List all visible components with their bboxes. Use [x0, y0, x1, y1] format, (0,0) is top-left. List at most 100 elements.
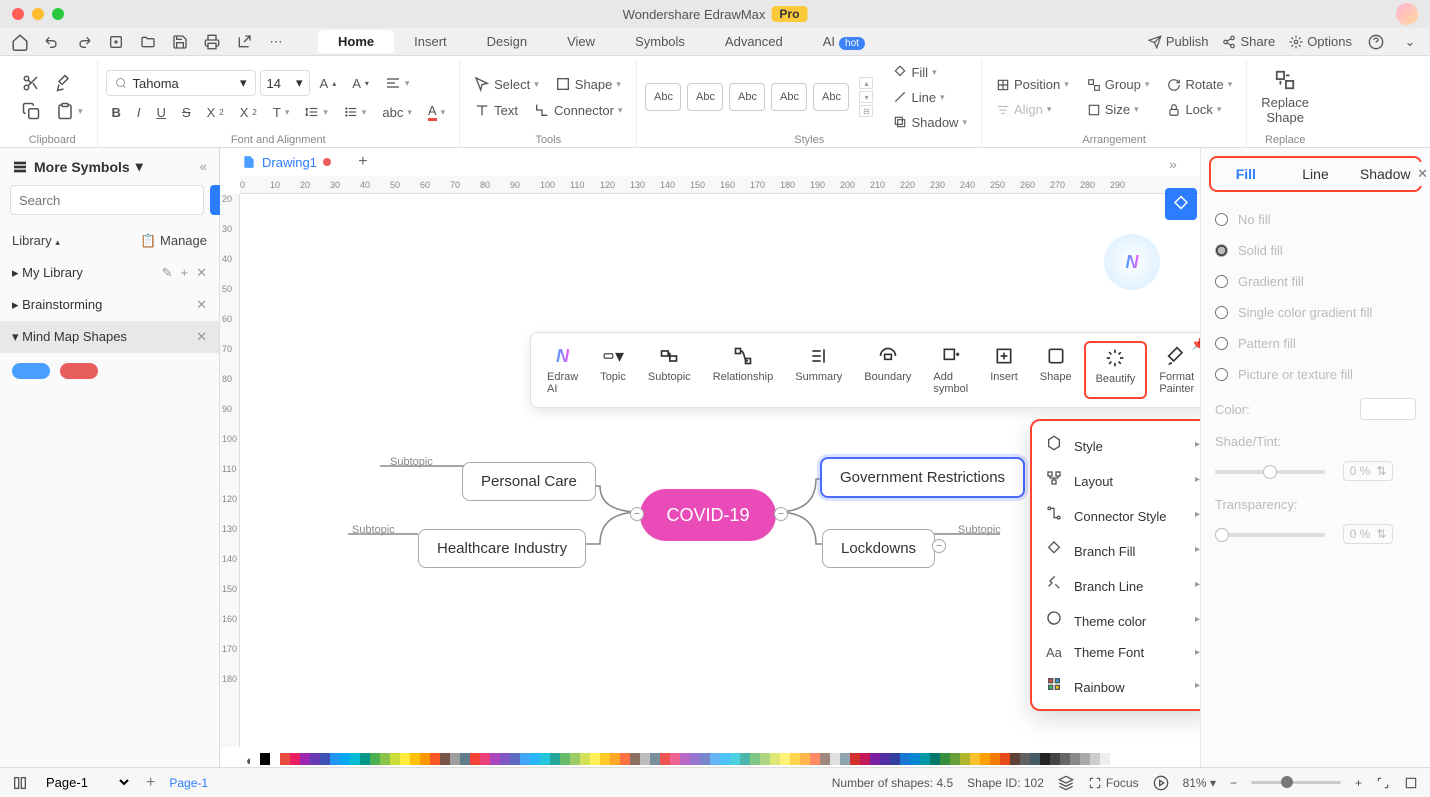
- group-button[interactable]: Group▾: [1081, 74, 1156, 95]
- mindmap-node-personal-care[interactable]: Personal Care: [462, 462, 596, 501]
- style-sample-1[interactable]: Abc: [645, 83, 681, 111]
- styles-down-icon[interactable]: ▾: [859, 91, 873, 103]
- font-family-select[interactable]: Tahoma▾: [106, 70, 256, 96]
- color-swatch[interactable]: [390, 753, 400, 765]
- text-case-icon[interactable]: abc▾: [376, 102, 418, 123]
- user-avatar[interactable]: [1396, 3, 1418, 25]
- color-swatch[interactable]: [1050, 753, 1060, 765]
- close-icon[interactable]: ✕: [196, 297, 207, 313]
- color-swatch[interactable]: [490, 753, 500, 765]
- canvas[interactable]: N 📌 NEdraw AI ▾Topic Subtopic Relationsh…: [240, 194, 1200, 747]
- color-swatch[interactable]: [740, 753, 750, 765]
- color-swatch[interactable]: [730, 753, 740, 765]
- color-swatch[interactable]: [890, 753, 900, 765]
- new-icon[interactable]: [106, 32, 126, 52]
- color-swatch[interactable]: [290, 753, 300, 765]
- color-swatch[interactable]: [860, 753, 870, 765]
- color-swatch[interactable]: [310, 753, 320, 765]
- shade-tint-slider[interactable]: [1215, 470, 1325, 474]
- mindmap-node-government[interactable]: Government Restrictions: [820, 457, 1025, 498]
- expand-right-icon[interactable]: »: [1169, 156, 1177, 172]
- manage-button[interactable]: 📋 Manage: [140, 233, 207, 249]
- underline-icon[interactable]: U: [151, 102, 172, 123]
- ctx-boundary[interactable]: Boundary: [854, 341, 921, 399]
- connector-tool[interactable]: Connector▾: [528, 99, 629, 121]
- color-swatch[interactable]: [1040, 753, 1050, 765]
- eyedropper-icon[interactable]: ◐: [240, 753, 260, 767]
- color-swatch[interactable]: [870, 753, 880, 765]
- color-swatch[interactable]: [790, 753, 800, 765]
- tab-line[interactable]: Line: [1281, 158, 1351, 190]
- radio-no-fill[interactable]: No fill: [1215, 204, 1416, 235]
- tab-design[interactable]: Design: [467, 30, 547, 53]
- color-swatch[interactable]: [410, 753, 420, 765]
- color-swatch[interactable]: [750, 753, 760, 765]
- color-swatch[interactable]: [690, 753, 700, 765]
- color-swatch[interactable]: [760, 753, 770, 765]
- ctx-edraw-ai[interactable]: NEdraw AI: [537, 341, 588, 399]
- color-swatch[interactable]: [700, 753, 710, 765]
- color-swatch[interactable]: [680, 753, 690, 765]
- ctx-subtopic[interactable]: Subtopic: [638, 341, 701, 399]
- color-swatch[interactable]: [330, 753, 340, 765]
- color-swatch[interactable]: [660, 753, 670, 765]
- size-button[interactable]: Size▾: [1081, 99, 1156, 120]
- style-sample-4[interactable]: Abc: [771, 83, 807, 111]
- layers-icon[interactable]: [1058, 775, 1074, 791]
- shape-thumb-floating[interactable]: [60, 363, 98, 379]
- color-swatch[interactable]: [600, 753, 610, 765]
- add-icon[interactable]: +: [181, 265, 189, 281]
- color-swatch[interactable]: [270, 753, 280, 765]
- color-swatch[interactable]: [540, 753, 550, 765]
- color-swatch[interactable]: [1060, 753, 1070, 765]
- ctx-insert[interactable]: Insert: [980, 341, 1028, 399]
- doc-tab-drawing1[interactable]: Drawing1: [230, 151, 343, 174]
- color-swatch[interactable]: [460, 753, 470, 765]
- color-swatch[interactable]: [810, 753, 820, 765]
- color-swatch[interactable]: [950, 753, 960, 765]
- decrease-font-icon[interactable]: A▾: [346, 73, 375, 94]
- color-swatch[interactable]: [670, 753, 680, 765]
- shadow-button[interactable]: Shadow▾: [887, 112, 973, 133]
- fill-button[interactable]: Fill▾: [887, 62, 973, 83]
- minimize-window[interactable]: [32, 8, 44, 20]
- color-swatch[interactable]: [710, 753, 720, 765]
- color-swatch[interactable]: [1010, 753, 1020, 765]
- color-swatch[interactable]: [610, 753, 620, 765]
- align-button[interactable]: Align▾: [990, 99, 1075, 120]
- transparency-slider[interactable]: [1215, 533, 1325, 537]
- color-swatch[interactable]: [470, 753, 480, 765]
- color-swatch[interactable]: [370, 753, 380, 765]
- line-spacing-icon[interactable]: ▾: [299, 102, 334, 122]
- zoom-in-icon[interactable]: +: [1355, 776, 1362, 790]
- color-swatch[interactable]: [830, 753, 840, 765]
- color-swatch[interactable]: [840, 753, 850, 765]
- bold-icon[interactable]: B: [106, 102, 127, 123]
- color-swatch[interactable]: [850, 753, 860, 765]
- increase-font-icon[interactable]: A▴: [314, 73, 343, 94]
- tab-fill[interactable]: Fill: [1211, 158, 1281, 190]
- undo-icon[interactable]: [42, 32, 62, 52]
- dd-connector-style[interactable]: Connector Style▸: [1032, 497, 1200, 532]
- help-icon[interactable]: [1366, 32, 1386, 52]
- ctx-add-symbol[interactable]: Add symbol: [923, 341, 978, 399]
- lib-my-library[interactable]: ▸ My Library ✎+✕: [0, 257, 219, 289]
- fit-screen-icon[interactable]: [1376, 776, 1390, 790]
- mindmap-node-healthcare[interactable]: Healthcare Industry: [418, 529, 586, 568]
- color-swatch[interactable]: [880, 753, 890, 765]
- collapse-left-icon[interactable]: «: [200, 159, 207, 174]
- export-icon[interactable]: [234, 32, 254, 52]
- color-swatch[interactable]: [980, 753, 990, 765]
- transparency-value[interactable]: 0 % ⇅: [1343, 524, 1394, 544]
- color-swatch[interactable]: [420, 753, 430, 765]
- style-sample-5[interactable]: Abc: [813, 83, 849, 111]
- format-brush-icon[interactable]: [50, 71, 80, 95]
- color-swatch[interactable]: [590, 753, 600, 765]
- color-swatch[interactable]: [1360, 398, 1416, 420]
- format-panel-icon[interactable]: [1165, 188, 1197, 220]
- color-swatch[interactable]: [280, 753, 290, 765]
- radio-picture-fill[interactable]: Picture or texture fill: [1215, 359, 1416, 390]
- subscript-icon[interactable]: X2: [234, 102, 263, 123]
- symbol-search-input[interactable]: [10, 185, 204, 215]
- style-sample-3[interactable]: Abc: [729, 83, 765, 111]
